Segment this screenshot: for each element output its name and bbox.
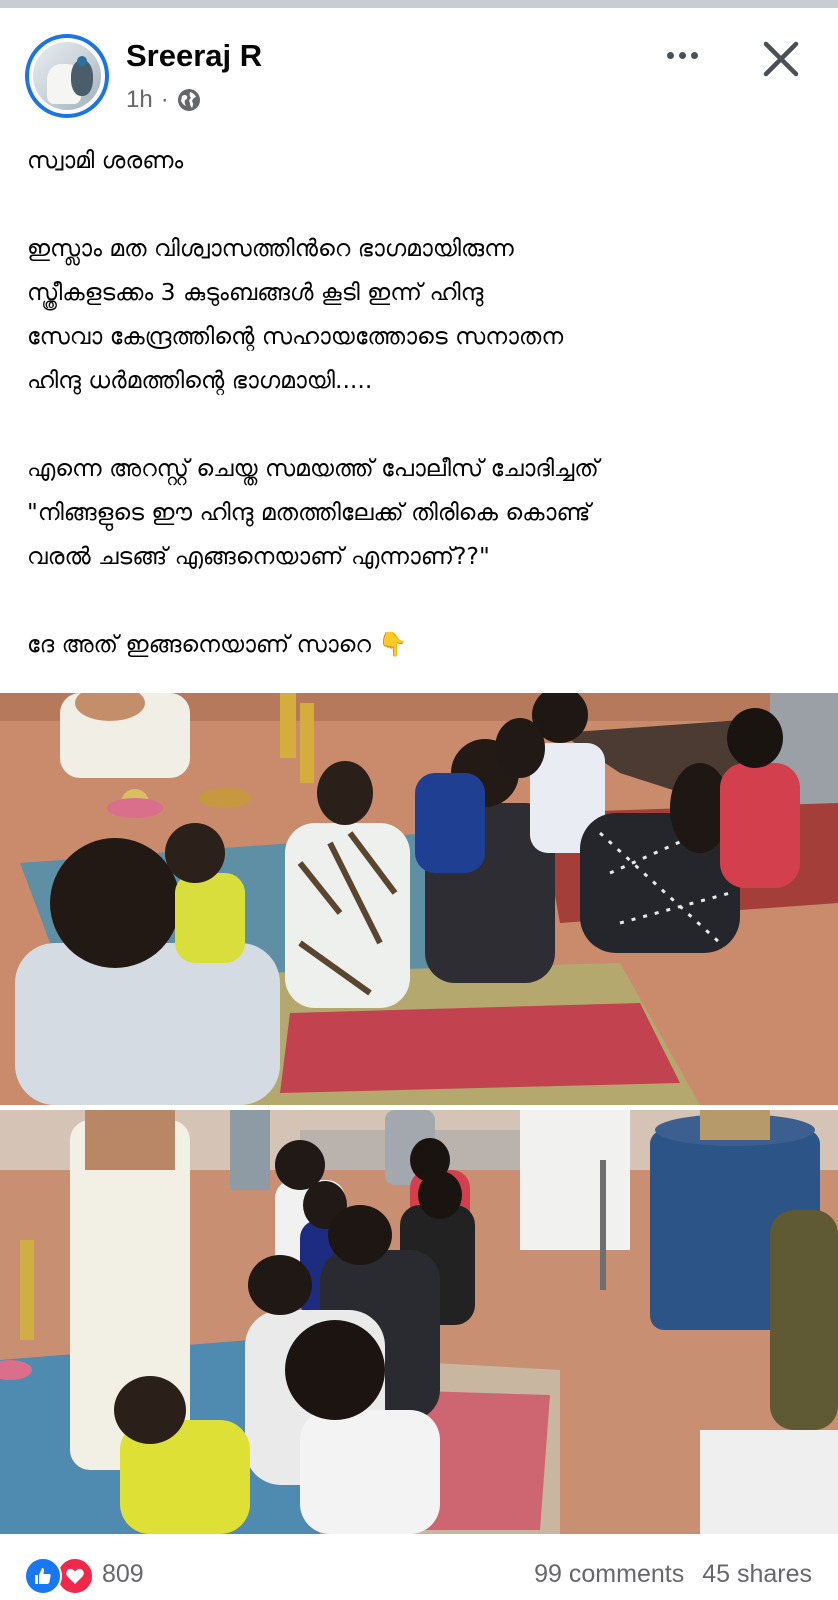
reaction-count[interactable]: 809 (102, 1560, 144, 1589)
post-paragraph-1: സ്വാമി ശരണം (27, 146, 184, 174)
post-photo-2[interactable] (0, 1110, 838, 1534)
avatar-photo (33, 42, 101, 110)
shares-count[interactable]: 45 shares (702, 1560, 812, 1589)
author-name[interactable]: Sreeraj R (126, 38, 262, 74)
top-divider (0, 0, 838, 8)
avatar[interactable] (25, 34, 109, 118)
meta-separator: · (160, 86, 169, 113)
post-photo-1[interactable] (0, 693, 838, 1105)
post-meta: 1h · (126, 86, 201, 114)
post-paragraph-4: ദേ അത് ഇങ്ങനെയാണ് സാറെ 👇 (27, 630, 408, 658)
reactions-bar: 809 99 comments 45 shares (0, 1540, 838, 1600)
like-icon[interactable] (24, 1557, 62, 1595)
engagement-stats: 99 comments 45 shares (534, 1560, 812, 1589)
globe-icon (177, 88, 201, 112)
post-header: Sreeraj R 1h · (0, 8, 838, 128)
more-options-icon[interactable] (660, 40, 704, 70)
comments-count[interactable]: 99 comments (534, 1560, 684, 1589)
post-text: സ്വാമി ശരണം ഇസ്ലാം മത വിശ്വാസത്തിൻറെ ഭാഗ… (27, 138, 817, 666)
post-paragraph-3: എന്നെ അറസ്റ്റ് ചെയ്ത സമയത്ത് പോലീസ് ചോദി… (27, 454, 599, 570)
post-time[interactable]: 1h (126, 86, 153, 114)
close-icon[interactable] (758, 36, 804, 82)
post-paragraph-2: ഇസ്ലാം മത വിശ്വാസത്തിൻറെ ഭാഗമായിരുന്ന സ്… (27, 234, 564, 394)
